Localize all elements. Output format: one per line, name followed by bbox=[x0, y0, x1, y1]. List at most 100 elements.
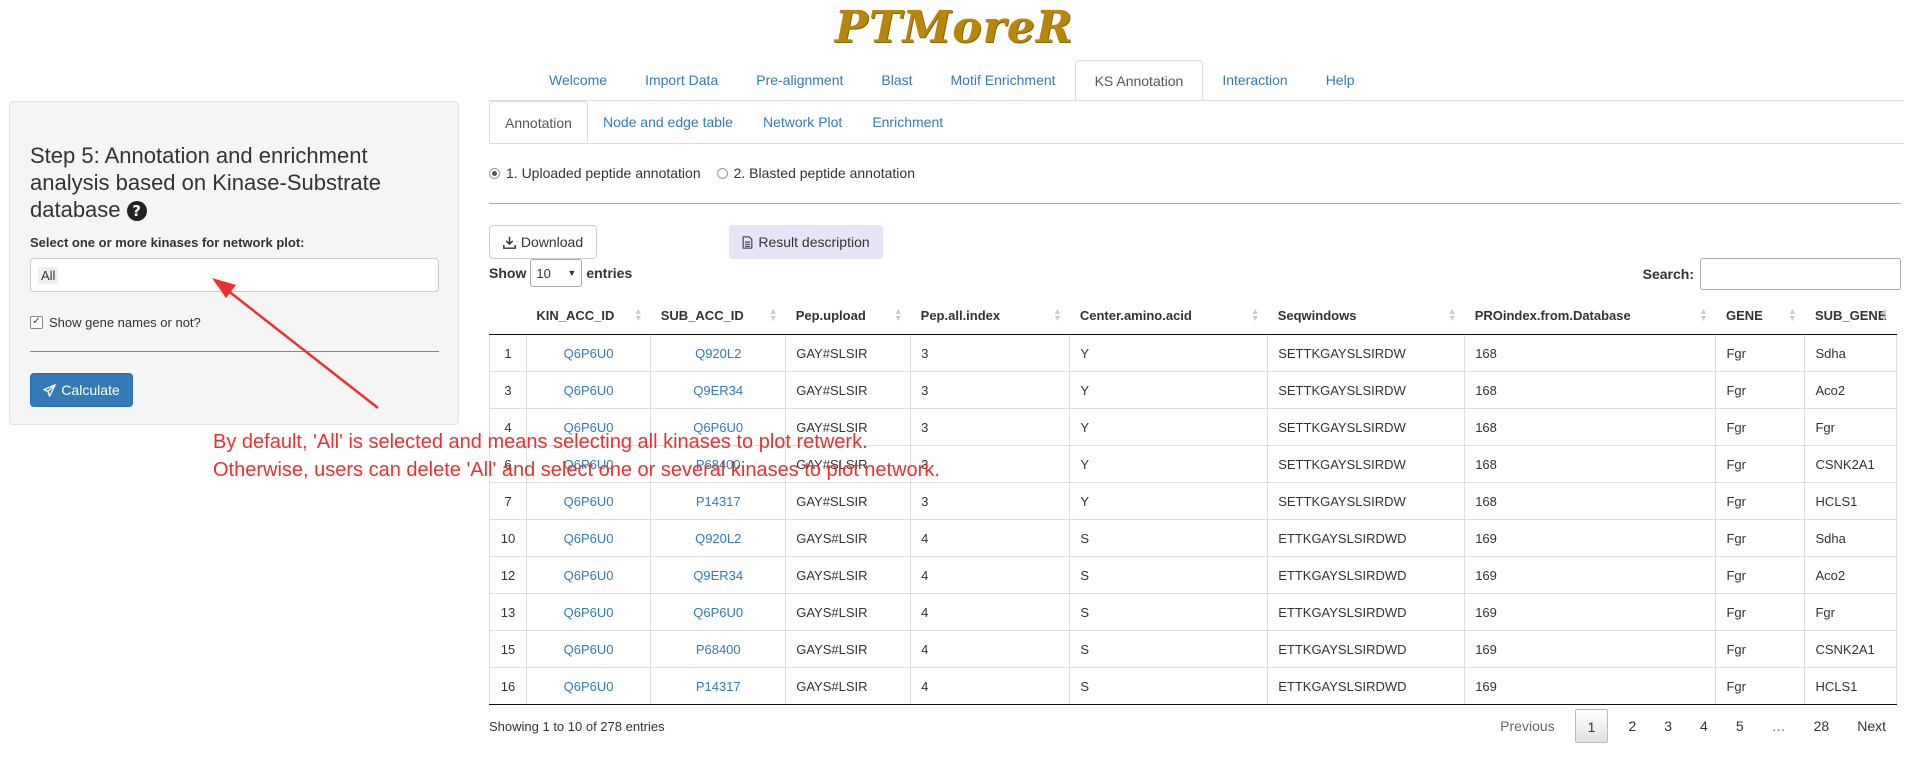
sort-icon: ▲ ▼ bbox=[1052, 306, 1062, 323]
calculate-button[interactable]: Calculate bbox=[30, 373, 133, 407]
tab-interaction[interactable]: Interaction bbox=[1203, 60, 1306, 100]
gene-names-checkbox[interactable]: ✓ Show gene names or not? bbox=[30, 315, 201, 330]
radio-uploaded[interactable]: 1. Uploaded peptide annotation bbox=[489, 165, 701, 181]
cell-sub-gene: CSNK2A1 bbox=[1804, 630, 1897, 668]
cell-pep-all-index: 4 bbox=[910, 593, 1071, 631]
cell-proindex: 168 bbox=[1464, 445, 1717, 483]
page-1[interactable]: 1 bbox=[1574, 709, 1609, 743]
radio-unselected-icon[interactable] bbox=[716, 167, 728, 179]
cell-pep-upload: GAYS#LSIR bbox=[785, 519, 912, 557]
table-row[interactable]: 16 Q6P6U0 P14317 GAYS#LSIR 4 S ETTKGAYSLSIRDWD… bbox=[489, 667, 1897, 705]
tab-import-data[interactable]: Import Data bbox=[626, 60, 737, 100]
page-5[interactable]: 5 bbox=[1722, 709, 1758, 743]
cell-sub-gene: HCLS1 bbox=[1804, 667, 1897, 705]
download-button[interactable]: Download bbox=[489, 225, 597, 259]
col-header-sub-acc-id[interactable]: SUB_ACC_ID ▲ ▼ bbox=[650, 296, 786, 335]
cell-proindex: 168 bbox=[1464, 482, 1717, 520]
radio-selected-icon[interactable] bbox=[489, 167, 500, 179]
cell-sub-acc-id[interactable]: P14317 bbox=[650, 667, 787, 705]
sidebar-title-text: Step 5: Annotation and enrichment analys… bbox=[30, 143, 381, 222]
cell-kin-acc-id[interactable]: Q6P6U0 bbox=[525, 593, 652, 631]
cell-gene: Fgr bbox=[1715, 371, 1806, 409]
cell-kin-acc-id[interactable]: Q6P6U0 bbox=[525, 630, 652, 668]
cell-seqwindows: ETTKGAYSLSIRDWD bbox=[1267, 519, 1466, 557]
cell-kin-acc-id[interactable]: Q6P6U0 bbox=[525, 519, 652, 557]
annotation-line-2: Otherwise, users can delete 'All' and se… bbox=[213, 459, 940, 481]
subtab-annotation[interactable]: Annotation bbox=[489, 101, 588, 143]
kinase-select-input[interactable]: All bbox=[30, 258, 439, 292]
tab-welcome[interactable]: Welcome bbox=[530, 60, 626, 100]
entries-select[interactable]: 10 ▼ bbox=[530, 259, 583, 287]
cell-proindex: 169 bbox=[1464, 630, 1717, 668]
cell-sub-acc-id[interactable]: P14317 bbox=[650, 482, 787, 520]
cell-sub-acc-id[interactable]: Q920L2 bbox=[650, 334, 787, 372]
help-icon[interactable]: ? bbox=[126, 201, 147, 221]
content-divider bbox=[489, 203, 1901, 204]
tab-pre-alignment[interactable]: Pre-alignment bbox=[737, 60, 862, 100]
table-row[interactable]: 7 Q6P6U0 P14317 GAY#SLSIR 3 Y SETTKGAYSLSIRDW 1… bbox=[489, 482, 1897, 520]
table-search: Search: bbox=[1643, 258, 1901, 290]
col-header-index[interactable] bbox=[489, 296, 527, 335]
page-previous[interactable]: Previous bbox=[1486, 709, 1568, 743]
tab-motif-enrichment[interactable]: Motif Enrichment bbox=[932, 60, 1075, 100]
cell-sub-acc-id[interactable]: Q9ER34 bbox=[650, 371, 787, 409]
cell-index: 12 bbox=[489, 556, 527, 594]
page-3[interactable]: 3 bbox=[1650, 709, 1686, 743]
radio-blasted[interactable]: 2. Blasted peptide annotation bbox=[716, 165, 915, 181]
cell-kin-acc-id[interactable]: Q6P6U0 bbox=[525, 482, 652, 520]
annotation-table: KIN_ACC_ID ▲ ▼ SUB_ACC_ID ▲ ▼ Pep.upload ▲ ▼ P… bbox=[489, 296, 1897, 705]
table-row[interactable]: 15 Q6P6U0 P68400 GAYS#LSIR 4 S ETTKGAYSLSIRDWD… bbox=[489, 630, 1897, 668]
sidebar-panel: Step 5: Annotation and enrichment analys… bbox=[9, 101, 459, 425]
table-row[interactable]: 3 Q6P6U0 Q9ER34 GAY#SLSIR 3 Y SETTKGAYSLSIRDW 1… bbox=[489, 371, 1897, 409]
page-4[interactable]: 4 bbox=[1686, 709, 1722, 743]
search-input[interactable] bbox=[1700, 258, 1901, 290]
col-header-seqwindows[interactable]: Seqwindows ▲ ▼ bbox=[1267, 296, 1465, 335]
cell-sub-acc-id[interactable]: Q920L2 bbox=[650, 519, 787, 557]
col-header-proindex[interactable]: PROindex.from.Database ▲ ▼ bbox=[1464, 296, 1716, 335]
cell-kin-acc-id[interactable]: Q6P6U0 bbox=[525, 667, 652, 705]
subtab-enrichment[interactable]: Enrichment bbox=[857, 101, 958, 143]
tab-ks-annotation[interactable]: KS Annotation bbox=[1074, 60, 1204, 100]
page-28[interactable]: 28 bbox=[1800, 709, 1844, 743]
col-header-sub-gene[interactable]: SUB_GENE ▲ ▼ bbox=[1804, 296, 1897, 335]
cell-center-amino-acid: Y bbox=[1069, 482, 1269, 520]
tab-blast[interactable]: Blast bbox=[862, 60, 931, 100]
gene-names-checkbox-label: Show gene names or not? bbox=[49, 315, 201, 330]
subtab-network-plot[interactable]: Network Plot bbox=[748, 101, 857, 143]
cell-index: 13 bbox=[489, 593, 527, 631]
cell-kin-acc-id[interactable]: Q6P6U0 bbox=[525, 371, 652, 409]
table-row[interactable]: 12 Q6P6U0 Q9ER34 GAYS#LSIR 4 S ETTKGAYSLSIRDWD… bbox=[489, 556, 1897, 594]
page-next[interactable]: Next bbox=[1843, 709, 1900, 743]
table-row[interactable]: 10 Q6P6U0 Q920L2 GAYS#LSIR 4 S ETTKGAYSLSIRDWD… bbox=[489, 519, 1897, 557]
cell-seqwindows: SETTKGAYSLSIRDW bbox=[1267, 408, 1466, 446]
cell-index: 10 bbox=[489, 519, 527, 557]
cell-kin-acc-id[interactable]: Q6P6U0 bbox=[525, 556, 652, 594]
col-header-pep-upload[interactable]: Pep.upload ▲ ▼ bbox=[785, 296, 911, 335]
subtab-node-edge-table[interactable]: Node and edge table bbox=[588, 101, 748, 143]
col-header-gene[interactable]: GENE ▲ ▼ bbox=[1715, 296, 1805, 335]
cell-sub-acc-id[interactable]: P68400 bbox=[650, 630, 787, 668]
tab-help[interactable]: Help bbox=[1307, 60, 1374, 100]
cell-sub-acc-id[interactable]: Q6P6U0 bbox=[650, 593, 787, 631]
col-header-pep-all-index[interactable]: Pep.all.index ▲ ▼ bbox=[910, 296, 1070, 335]
cell-sub-acc-id[interactable]: Q9ER34 bbox=[650, 556, 787, 594]
entries-length-control: Show 10 ▼ entries bbox=[489, 259, 632, 287]
table-row[interactable]: 13 Q6P6U0 Q6P6U0 GAYS#LSIR 4 S ETTKGAYSLSIRDWD… bbox=[489, 593, 1897, 631]
cell-pep-all-index: 4 bbox=[910, 556, 1071, 594]
cell-kin-acc-id[interactable]: Q6P6U0 bbox=[525, 334, 652, 372]
cell-index: 16 bbox=[489, 667, 527, 705]
col-header-kin-acc-id[interactable]: KIN_ACC_ID ▲ ▼ bbox=[526, 296, 651, 335]
download-button-label: Download bbox=[520, 234, 584, 250]
cell-seqwindows: ETTKGAYSLSIRDWD bbox=[1267, 667, 1466, 705]
table-header-row: KIN_ACC_ID ▲ ▼ SUB_ACC_ID ▲ ▼ Pep.upload ▲ ▼ P… bbox=[489, 296, 1897, 335]
result-description-button[interactable]: Result description bbox=[729, 225, 883, 259]
page-2[interactable]: 2 bbox=[1614, 709, 1650, 743]
kinase-select-chip[interactable]: All bbox=[38, 267, 59, 284]
checkbox-checked-icon[interactable]: ✓ bbox=[30, 316, 43, 329]
sort-icon: ▲ ▼ bbox=[768, 306, 778, 323]
table-row[interactable]: 1 Q6P6U0 Q920L2 GAY#SLSIR 3 Y SETTKGAYSLSIRDW 1… bbox=[489, 334, 1897, 372]
col-header-center-amino-acid[interactable]: Center.amino.acid ▲ ▼ bbox=[1069, 296, 1268, 335]
cell-center-amino-acid: S bbox=[1069, 630, 1269, 668]
cell-center-amino-acid: Y bbox=[1069, 334, 1269, 372]
cell-gene: Fgr bbox=[1715, 334, 1806, 372]
